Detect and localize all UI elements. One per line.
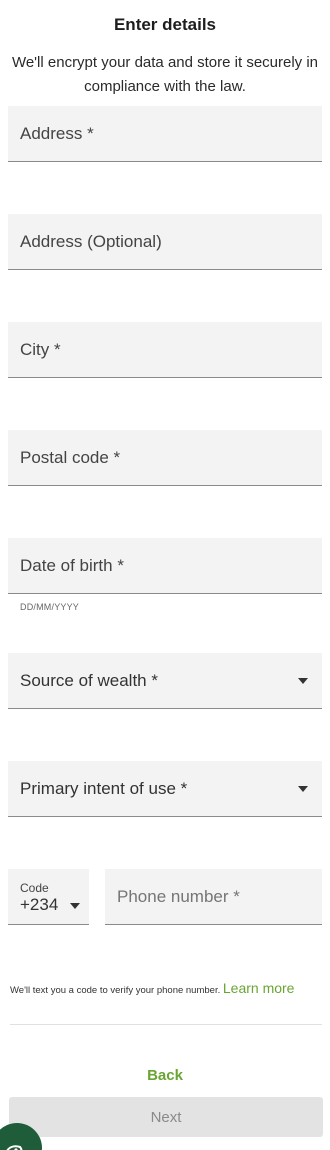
chevron-down-icon — [70, 903, 80, 909]
chevron-down-icon — [298, 786, 308, 792]
back-button[interactable]: Back — [0, 1067, 330, 1084]
address-input[interactable] — [8, 106, 322, 161]
postal-code-field-container — [8, 430, 322, 486]
sms-verification-note: We'll text you a code to verify your pho… — [10, 980, 326, 996]
source-of-wealth-label: Source of wealth * — [20, 670, 158, 690]
city-field-container — [8, 322, 322, 378]
country-code-value: +234 — [20, 895, 59, 914]
postal-code-input[interactable] — [8, 430, 322, 485]
source-of-wealth-select[interactable]: Source of wealth * — [8, 653, 322, 709]
phone-number-input[interactable] — [105, 869, 322, 924]
country-code-select[interactable]: Code +234 — [8, 869, 89, 925]
address-optional-input[interactable] — [8, 214, 322, 269]
dob-field-container — [8, 538, 322, 594]
primary-intent-label: Primary intent of use * — [20, 778, 188, 798]
dob-format-hint: DD/MM/YYYY — [20, 602, 80, 612]
city-input[interactable] — [8, 322, 322, 377]
learn-more-link[interactable]: Learn more — [223, 980, 295, 996]
page-title: Enter details — [113, 15, 217, 34]
primary-intent-select[interactable]: Primary intent of use * — [8, 761, 322, 817]
address2-field-container — [8, 214, 322, 270]
phone-field-container — [105, 869, 322, 925]
country-code-label: Code — [20, 881, 49, 895]
chevron-down-icon — [298, 678, 308, 684]
page-subtitle: We'll encrypt your data and store it sec… — [11, 54, 319, 95]
next-button[interactable]: Next — [9, 1097, 323, 1137]
divider — [10, 1024, 322, 1025]
date-of-birth-input[interactable] — [8, 538, 322, 593]
address-field-container — [8, 106, 322, 162]
sms-note-text: We'll text you a code to verify your pho… — [10, 985, 221, 996]
